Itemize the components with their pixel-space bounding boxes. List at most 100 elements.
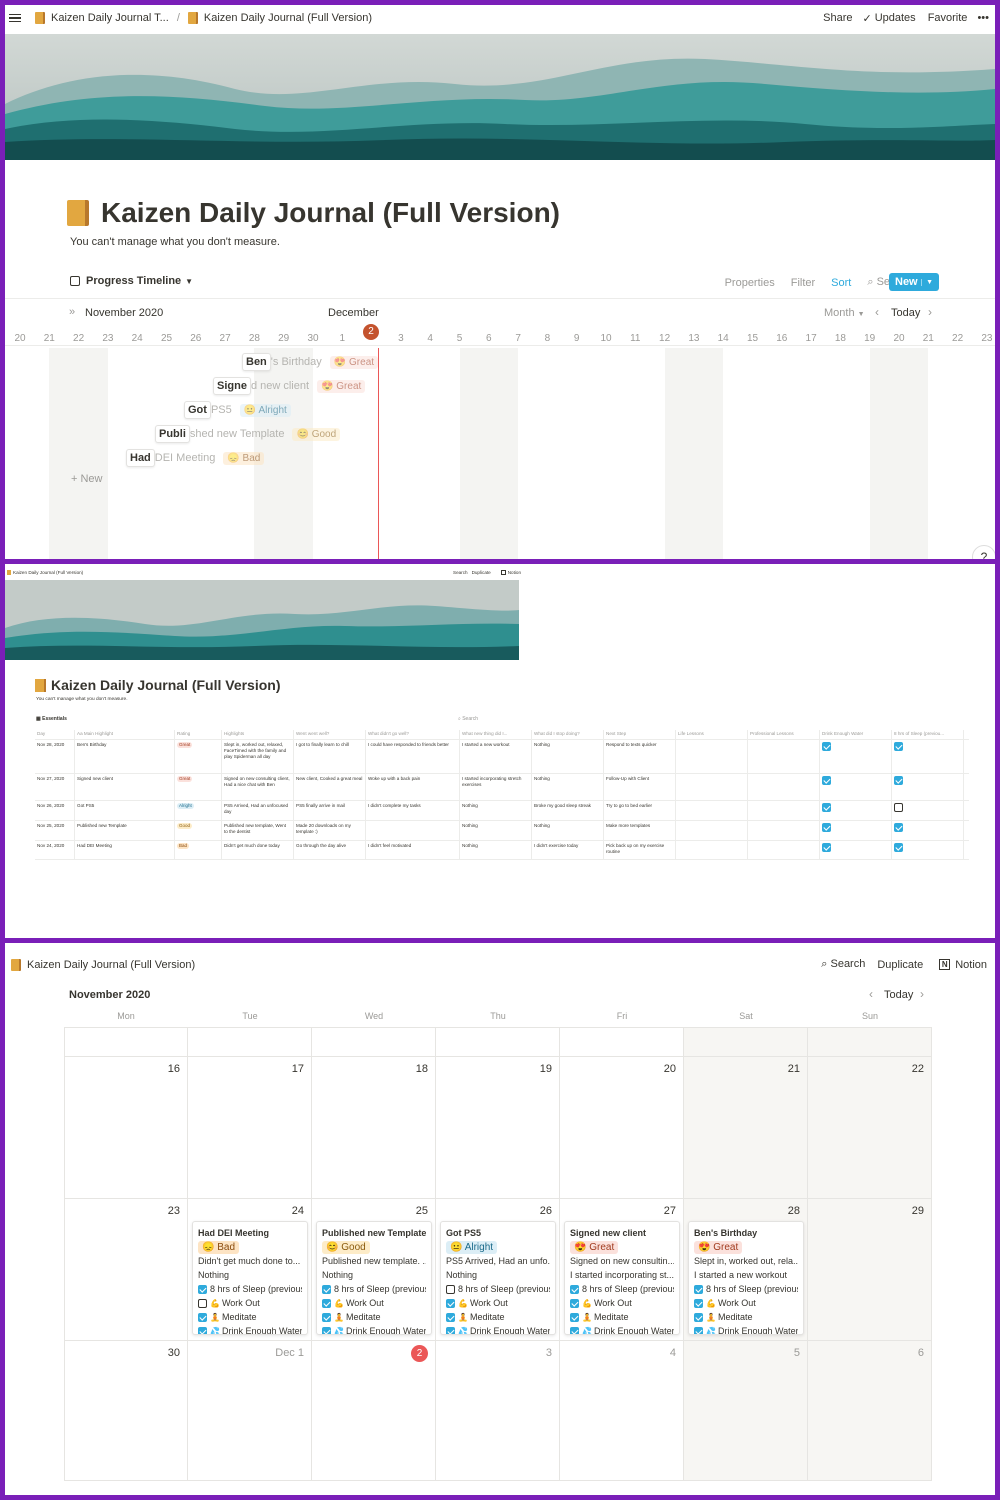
entry-title-start[interactable]: Ben	[242, 353, 271, 371]
checkbox[interactable]	[446, 1327, 455, 1334]
menu-icon[interactable]	[9, 13, 21, 23]
new-entry-button[interactable]: + New	[71, 473, 103, 485]
checkbox[interactable]	[894, 843, 903, 852]
column-header[interactable]: Rating	[175, 730, 222, 739]
checkbox[interactable]	[694, 1299, 703, 1309]
timeline-entry[interactable]: Signe d new client 😍 Great	[213, 376, 366, 396]
favorite-button[interactable]: Favorite	[928, 12, 968, 24]
journal-card[interactable]: Published new Template 😊 Good Published ne…	[316, 1221, 432, 1335]
day-cell[interactable]: 26 Got PS5 😐 Alright PS5 Arrived, Had an un…	[436, 1199, 560, 1341]
day-cell[interactable]: 16	[64, 1057, 188, 1199]
checkbox[interactable]	[446, 1313, 455, 1323]
today-button[interactable]: Today	[884, 989, 913, 1001]
day-cell[interactable]: 23	[64, 1199, 188, 1341]
duplicate-button[interactable]: Duplicate	[877, 959, 923, 971]
chevron-right-icon[interactable]: ›	[920, 987, 924, 1001]
checkbox[interactable]	[694, 1313, 703, 1323]
checkbox[interactable]	[322, 1299, 331, 1309]
day-cell[interactable]: 22	[808, 1057, 932, 1199]
journal-card[interactable]: Signed new client 😍 Great Signed on new co…	[564, 1221, 680, 1335]
table-row[interactable]: Nov 24, 2020 Had DEI Meeting Bad Didn't get…	[35, 841, 969, 860]
day-cell[interactable]: 25 Published new Template 😊 Good Published …	[312, 1199, 436, 1341]
day-cell[interactable]	[64, 1027, 188, 1057]
column-header[interactable]: Drink Enough Water	[820, 730, 892, 739]
day-cell[interactable]: 18	[312, 1057, 436, 1199]
journal-card[interactable]: Got PS5 😐 Alright PS5 Arrived, Had an unfo…	[440, 1221, 556, 1335]
notion-button[interactable]: Notion	[508, 570, 521, 575]
checkbox[interactable]	[322, 1313, 331, 1323]
chevron-left-icon[interactable]: ‹	[869, 987, 873, 1001]
day-cell[interactable]: Dec 1	[188, 1341, 312, 1481]
entry-title-start[interactable]: Had	[126, 449, 155, 467]
breadcrumb-current[interactable]: Kaizen Daily Journal (Full Version)	[27, 959, 195, 971]
entry-title-rest[interactable]: shed new Template	[190, 428, 285, 440]
sort-button[interactable]: Sort	[831, 277, 851, 289]
day-cell[interactable]: 30	[64, 1341, 188, 1481]
day-cell[interactable]: 4	[560, 1341, 684, 1481]
column-header[interactable]: Day	[35, 730, 75, 739]
checkbox[interactable]	[822, 843, 831, 852]
day-cell[interactable]: 21	[684, 1057, 808, 1199]
checkbox[interactable]	[822, 823, 831, 832]
checkbox[interactable]	[446, 1285, 455, 1295]
search-button[interactable]: ⌕ Search	[821, 958, 865, 971]
day-cell[interactable]: 29	[808, 1199, 932, 1341]
day-cell[interactable]: 17	[188, 1057, 312, 1199]
column-header[interactable]: Next Step	[604, 730, 676, 739]
entry-title-start[interactable]: Got	[184, 401, 211, 419]
day-cell[interactable]: 6	[808, 1341, 932, 1481]
column-header[interactable]: What new thing did I...	[460, 730, 532, 739]
checkbox[interactable]	[322, 1327, 331, 1334]
view-switcher[interactable]: Progress Timeline ▼	[70, 275, 193, 287]
column-header[interactable]: Went went well?	[294, 730, 366, 739]
table-row[interactable]: Nov 25, 2020 Published new Template Good Pu…	[35, 821, 969, 841]
day-cell[interactable]	[560, 1027, 684, 1057]
checkbox[interactable]	[570, 1299, 579, 1309]
day-cell[interactable]	[684, 1027, 808, 1057]
checkbox[interactable]	[322, 1285, 331, 1295]
day-cell[interactable]: 3	[436, 1341, 560, 1481]
column-header[interactable]: Life Lessons	[676, 730, 748, 739]
share-button[interactable]: Share	[823, 12, 852, 24]
chevron-down-icon[interactable]: ▼	[921, 278, 933, 286]
entry-title-rest[interactable]: 's Birthday	[271, 356, 322, 368]
breadcrumb-current[interactable]: Kaizen Daily Journal (Full Version)	[13, 570, 83, 575]
notion-button[interactable]: Notion	[955, 959, 987, 971]
checkbox[interactable]	[570, 1327, 579, 1334]
column-header[interactable]: Professional Lessons	[748, 730, 820, 739]
column-header[interactable]: Aa Main Highlight	[75, 730, 175, 739]
column-header[interactable]: 8 hrs of Sleep (previou...	[892, 730, 964, 739]
entry-title-rest[interactable]: d new client	[251, 380, 309, 392]
day-cell[interactable]: 19	[436, 1057, 560, 1199]
checkbox[interactable]	[694, 1327, 703, 1334]
column-header[interactable]: What did I stop doing?	[532, 730, 604, 739]
checkbox[interactable]	[894, 823, 903, 832]
day-cell[interactable]: 2	[312, 1341, 436, 1481]
day-cell[interactable]	[808, 1027, 932, 1057]
day-cell[interactable]	[436, 1027, 560, 1057]
checkbox[interactable]	[822, 803, 831, 812]
entry-title-start[interactable]: Publi	[155, 425, 190, 443]
filter-button[interactable]: Filter	[791, 277, 815, 289]
properties-button[interactable]: Properties	[725, 277, 775, 289]
breadcrumb-current[interactable]: Kaizen Daily Journal (Full Version)	[204, 12, 372, 24]
timeline-entry[interactable]: Publi shed new Template 😊 Good	[155, 424, 341, 444]
day-cell[interactable]: 20	[560, 1057, 684, 1199]
duplicate-button[interactable]: Duplicate	[472, 570, 491, 575]
checkbox[interactable]	[198, 1285, 207, 1295]
day-cell[interactable]: 24 Had DEI Meeting 😞 Bad Didn't get much do…	[188, 1199, 312, 1341]
more-button[interactable]: •••	[977, 12, 989, 24]
entry-title-rest[interactable]: DEI Meeting	[155, 452, 216, 464]
day-cell[interactable]: 5	[684, 1341, 808, 1481]
checkbox[interactable]	[894, 742, 903, 751]
checkbox[interactable]	[198, 1299, 207, 1309]
day-cell[interactable]: 27 Signed new client 😍 Great Signed on new …	[560, 1199, 684, 1341]
checkbox[interactable]	[198, 1313, 207, 1323]
timeline-entry[interactable]: Ben's Birthday 😍 Great	[242, 352, 379, 372]
search-button[interactable]: Search	[453, 570, 468, 575]
journal-card[interactable]: Ben's Birthday 😍 Great Slept in, worked ou…	[688, 1221, 804, 1335]
column-header[interactable]: Highlights	[222, 730, 294, 739]
checkbox[interactable]	[694, 1285, 703, 1295]
timeline-entry[interactable]: Got PS5 😐 Alright	[184, 400, 291, 420]
day-cell[interactable]	[312, 1027, 436, 1057]
